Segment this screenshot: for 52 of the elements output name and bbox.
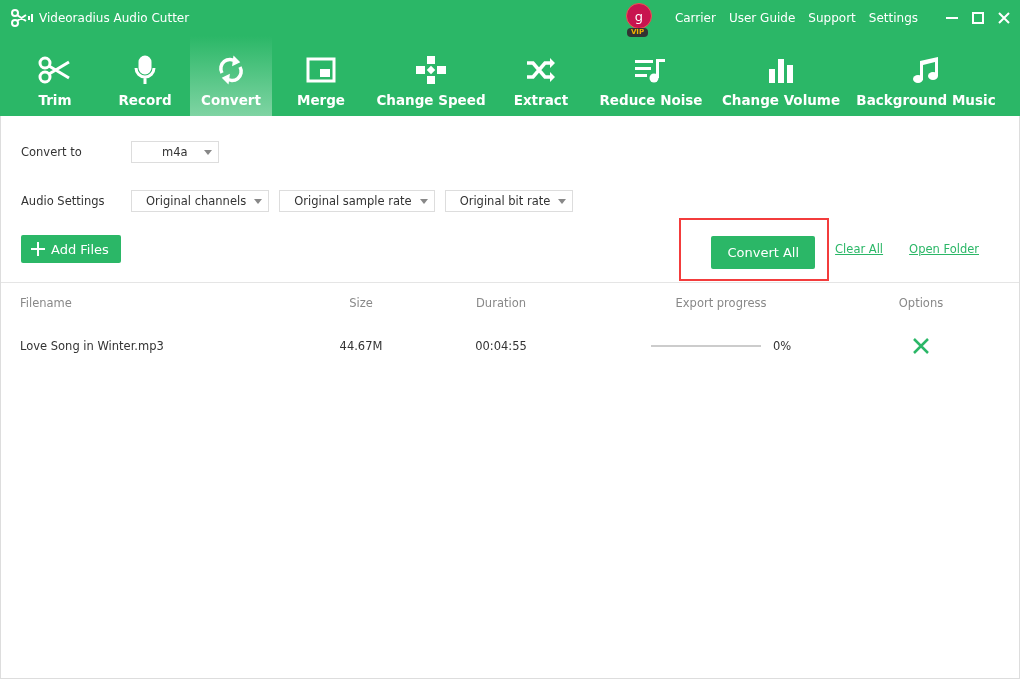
window-title: Videoradius Audio Cutter (39, 11, 190, 25)
remove-icon[interactable] (913, 338, 929, 354)
dpad-icon (416, 56, 446, 84)
filename-cell: Love Song in Winter.mp3 (20, 339, 164, 353)
column-header: Filename (20, 296, 72, 310)
field-label: Convert to (21, 145, 83, 159)
text-link[interactable]: Open Folder (909, 242, 979, 256)
header-link[interactable]: Carrier (674, 11, 716, 25)
field-label: Audio Settings (21, 194, 106, 208)
caret-icon (203, 150, 212, 155)
close-icon[interactable] (998, 12, 1010, 24)
duration-cell: 00:04:55 (475, 339, 527, 353)
add-files-button[interactable]: Add Files (21, 235, 121, 263)
shuffle-icon (526, 57, 556, 83)
toolbar-tab[interactable]: Merge (272, 36, 370, 116)
column-header: Duration (476, 296, 526, 310)
column-header: Size (349, 296, 373, 310)
format-dropdown[interactable]: m4a (131, 141, 219, 163)
picture-in-picture-icon (306, 57, 336, 83)
scissors-icon (38, 56, 72, 84)
toolbar-tab[interactable]: Reduce Noise (590, 36, 712, 116)
progress-text: 0% (772, 339, 792, 353)
header-link[interactable]: Support (808, 11, 856, 25)
music-list-icon (635, 57, 667, 83)
scissors-logo-icon (10, 9, 34, 27)
caret-icon (558, 199, 567, 204)
header-link[interactable]: Settings (868, 11, 918, 25)
toolbar-tab[interactable]: Record (100, 36, 190, 116)
toolbar-tab[interactable]: Convert (190, 36, 272, 116)
refresh-icon (217, 55, 245, 85)
size-cell: 44.67M (339, 339, 383, 353)
toolbar-tab[interactable]: Trim (10, 36, 100, 116)
microphone-icon (133, 55, 157, 85)
toolbar-tab[interactable]: Change Volume (712, 36, 850, 116)
plus-icon (31, 242, 45, 256)
settings-dropdown[interactable]: Original bit rate (444, 190, 574, 212)
music-note-icon (912, 56, 940, 84)
user-avatar[interactable]: g (625, 3, 652, 29)
maximize-icon[interactable] (972, 12, 984, 24)
column-header: Options (898, 296, 944, 310)
caret-icon (254, 199, 263, 204)
caret-icon (419, 199, 428, 204)
header-link[interactable]: User Guide (728, 11, 796, 25)
text-link[interactable]: Clear All (835, 242, 884, 256)
toolbar-tab[interactable]: Extract (492, 36, 590, 116)
settings-dropdown[interactable]: Original channels (131, 190, 270, 212)
toolbar-tab[interactable]: Change Speed (370, 36, 492, 116)
convert-all-button[interactable]: Convert All (711, 235, 816, 269)
bar-chart-icon (768, 57, 794, 83)
settings-dropdown[interactable]: Original sample rate (279, 190, 435, 212)
column-header: Export progress (675, 296, 767, 310)
toolbar-tab[interactable]: Background Music (850, 36, 1002, 116)
